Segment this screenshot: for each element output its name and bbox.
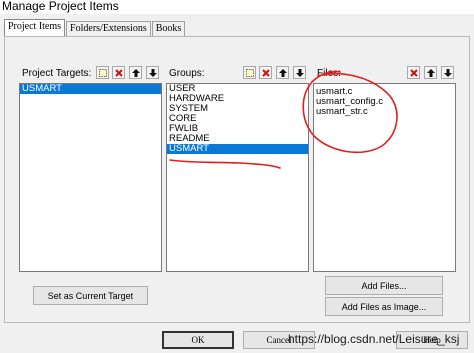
watermark-url: https://blog.csdn.net/Leisure_ksj [288,332,460,346]
ok-button[interactable]: OK [162,331,234,349]
red-annotation-marks [169,70,398,169]
